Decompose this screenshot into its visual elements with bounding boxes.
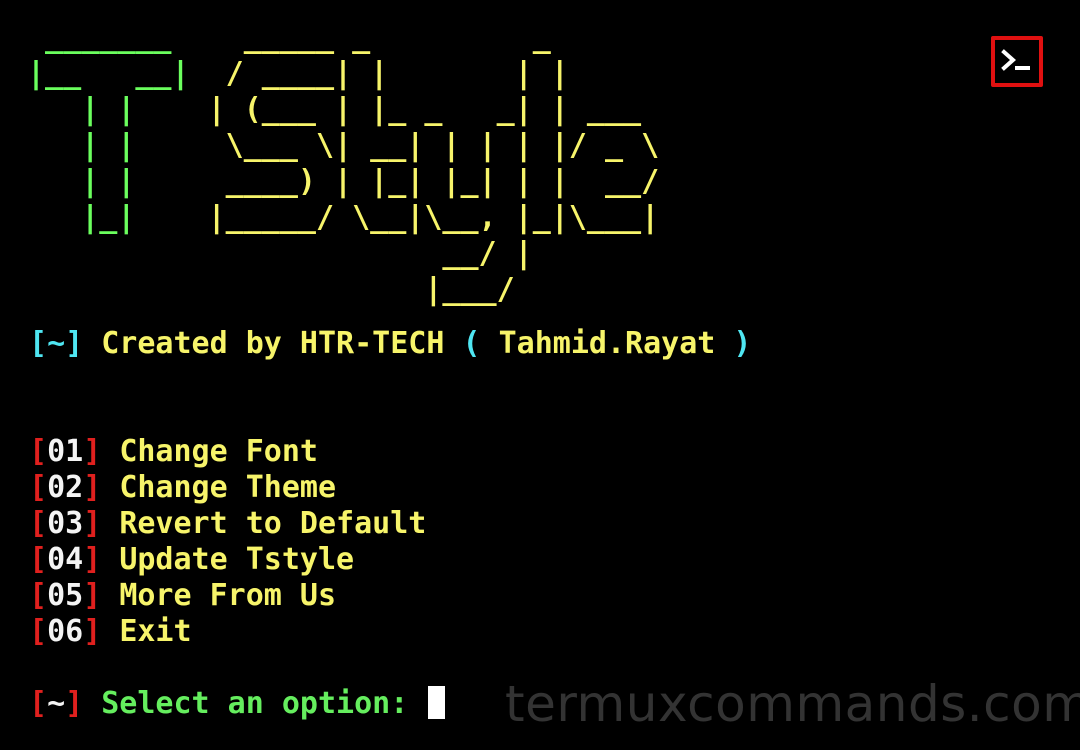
watermark: termuxcommands.com: [505, 675, 1080, 733]
credit-text: Created by HTR-TECH: [83, 326, 463, 361]
options-menu: [01] Change Font [02] Change Theme [03] …: [29, 434, 426, 650]
banner-t-row: _______: [27, 20, 190, 55]
banner-t-row: | |: [27, 128, 190, 163]
banner-style-row: / ____| | | |: [189, 56, 678, 91]
menu-item-label: Exit: [119, 614, 192, 649]
banner-t-row: |_|: [27, 200, 190, 235]
menu-item-label: Change Font: [119, 434, 318, 469]
banner-style-row: \___ \| __| | | | |/ _ \: [189, 128, 678, 163]
prompt-bracket-open: [: [29, 686, 48, 721]
menu-item-revert-default[interactable]: [03] Revert to Default: [29, 506, 426, 542]
prompt-tilde: ~: [47, 686, 66, 721]
banner-t-row: [27, 236, 190, 271]
banner-t-row: | |: [27, 164, 190, 199]
ascii-banner: _______ _____ _ _ |__ __| / ____| | | | …: [27, 20, 677, 308]
banner-t-row: |__ __|: [27, 56, 190, 91]
banner-style-row: __/ |: [189, 236, 678, 271]
credit-paren-open: (: [462, 326, 481, 361]
menu-item-number: 01: [47, 434, 84, 469]
menu-item-label: Update Tstyle: [119, 542, 355, 577]
banner-t-row: [27, 272, 190, 307]
credit-author-name: Tahmid.Rayat: [480, 326, 734, 361]
prompt-bracket-close: ]: [65, 686, 84, 721]
banner-style-row: _____ _ _: [189, 20, 678, 55]
menu-item-label: Change Theme: [119, 470, 337, 505]
menu-item-exit[interactable]: [06] Exit: [29, 614, 426, 650]
menu-item-change-font[interactable]: [01] Change Font: [29, 434, 426, 470]
text-cursor[interactable]: [428, 686, 446, 719]
prompt-text: Select an option:: [83, 686, 427, 721]
banner-style-row: ____) | |_| |_| | | __/: [189, 164, 678, 199]
banner-style-row: | (___ | |_ _ _| | ___: [189, 92, 678, 127]
banner-style-row: |_____/ \__|\__, |_|\___|: [189, 200, 678, 235]
banner-style-row: |___/: [189, 272, 678, 307]
terminal-icon: [991, 36, 1043, 87]
menu-item-change-theme[interactable]: [02] Change Theme: [29, 470, 426, 506]
menu-item-number: 02: [47, 470, 84, 505]
credit-tilde: ~: [47, 326, 66, 361]
menu-item-more-from-us[interactable]: [05] More From Us: [29, 578, 426, 614]
menu-item-number: 06: [47, 614, 84, 649]
credit-line: [~] Created by HTR-TECH ( Tahmid.Rayat ): [29, 326, 751, 362]
menu-item-number: 05: [47, 578, 84, 613]
input-prompt[interactable]: [~] Select an option:: [29, 686, 446, 722]
terminal-window: _______ _____ _ _ |__ __| / ____| | | | …: [0, 0, 1080, 750]
menu-item-update-tstyle[interactable]: [04] Update Tstyle: [29, 542, 426, 578]
credit-paren-close: ): [733, 326, 752, 361]
menu-item-number: 04: [47, 542, 84, 577]
menu-item-number: 03: [47, 506, 84, 541]
credit-bracket-close: ]: [65, 326, 84, 361]
credit-bracket-open: [: [29, 326, 48, 361]
banner-t-row: | |: [27, 92, 190, 127]
menu-item-label: More From Us: [119, 578, 337, 613]
menu-item-label: Revert to Default: [119, 506, 427, 541]
